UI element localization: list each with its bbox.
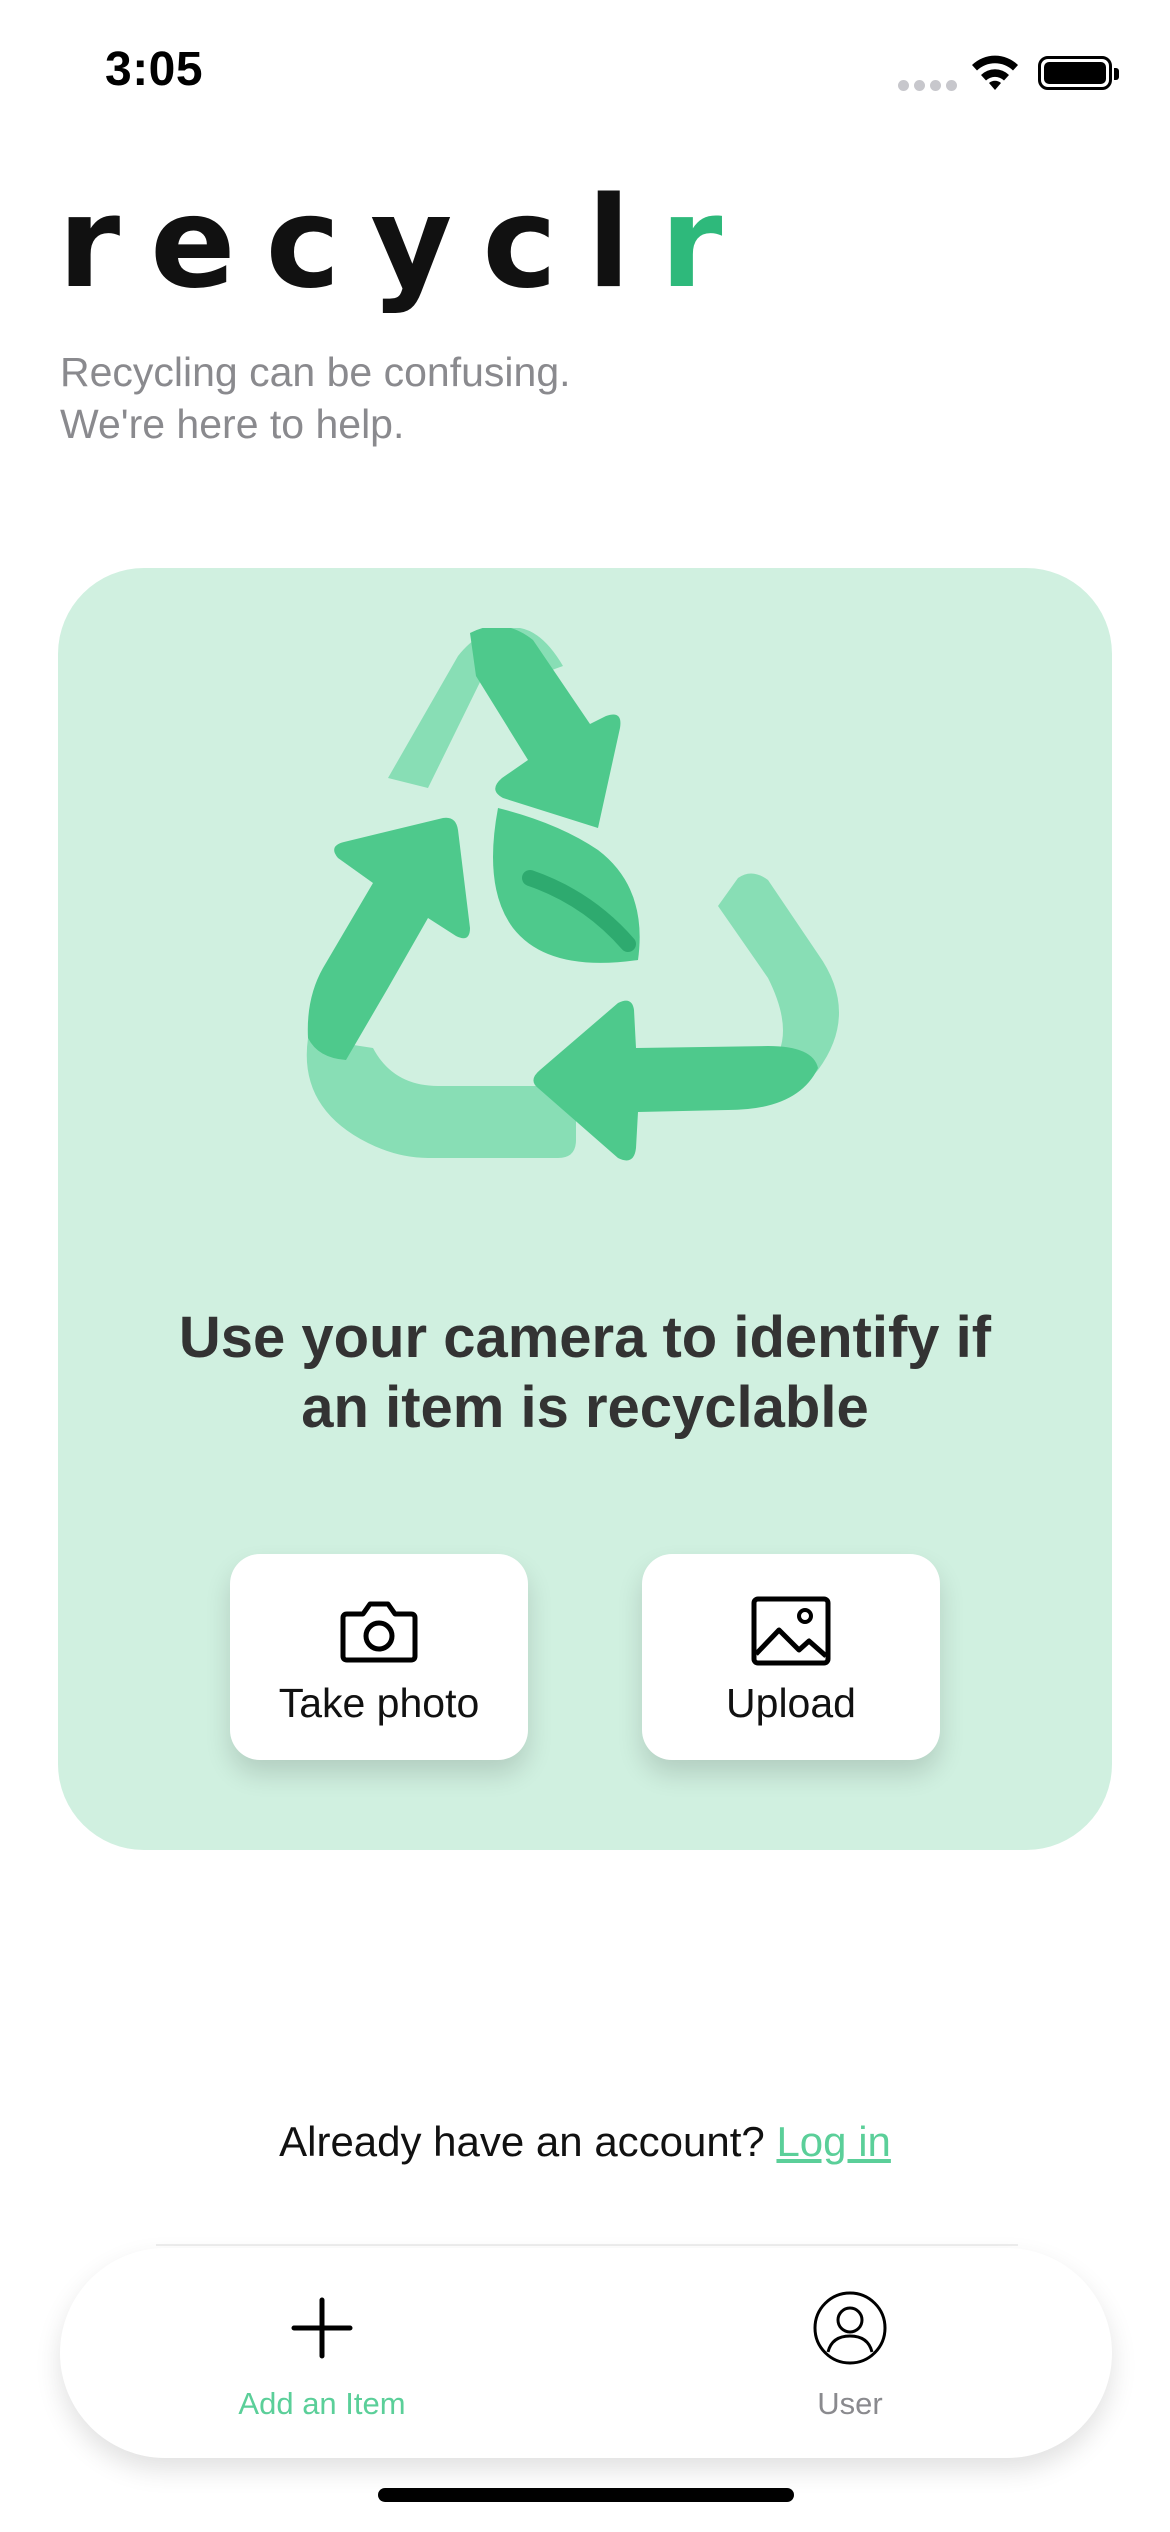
account-prompt-text: Already have an account? (279, 2118, 765, 2165)
tab-add-item-label: Add an Item (238, 2386, 406, 2421)
user-icon (813, 2291, 887, 2365)
home-screen: 3:05 recyclr Recycling can be confusing.… (0, 0, 1170, 2532)
tab-add-item[interactable]: Add an Item (192, 2290, 452, 2430)
identify-card: Use your camera to identify if an item i… (58, 568, 1112, 1850)
card-headline-line-1: Use your camera to identify if (178, 1305, 992, 1370)
app-logo: recyclr (58, 168, 722, 318)
card-headline-line-2: an item is recyclable (301, 1375, 869, 1440)
upload-button[interactable]: Upload (642, 1554, 940, 1760)
take-photo-label: Take photo (278, 1680, 480, 1726)
tagline: Recycling can be confusing. We're here t… (60, 346, 760, 450)
logo-wordmark: recycl (58, 169, 661, 316)
tab-user[interactable]: User (720, 2290, 980, 2430)
battery-icon (1038, 56, 1119, 90)
login-link[interactable]: Log in (776, 2118, 890, 2165)
tab-user-label: User (817, 2386, 883, 2421)
tagline-line-2: We're here to help. (60, 401, 405, 447)
wifi-icon (972, 55, 1018, 90)
status-icons (898, 50, 1119, 100)
tab-bar: Add an Item User (60, 2248, 1112, 2458)
camera-icon (340, 1601, 418, 1663)
status-time: 3:05 (105, 43, 204, 96)
plus-icon (291, 2297, 353, 2359)
account-prompt: Already have an account? Log in (0, 2118, 1170, 2166)
image-icon (751, 1596, 831, 1666)
tab-bar-divider (156, 2244, 1018, 2246)
take-photo-button[interactable]: Take photo (230, 1554, 528, 1760)
tagline-line-1: Recycling can be confusing. (60, 349, 571, 395)
recycle-leaf-icon (306, 628, 839, 1161)
cellular-signal-icon (898, 80, 958, 94)
upload-label: Upload (726, 1680, 856, 1726)
logo-accent-letter: r (660, 169, 753, 316)
home-indicator (378, 2488, 794, 2502)
card-headline: Use your camera to identify if an item i… (118, 1303, 1052, 1443)
